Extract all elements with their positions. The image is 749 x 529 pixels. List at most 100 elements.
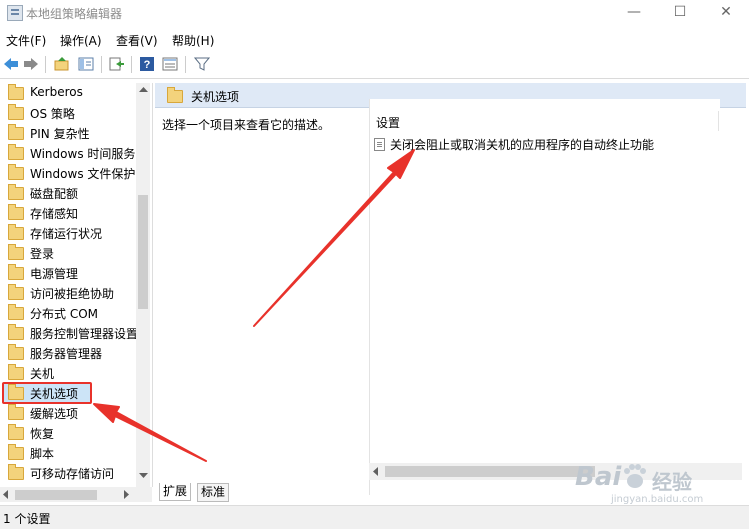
baidu-paw-logo (624, 464, 646, 488)
folder-icon (8, 284, 24, 300)
folder-icon (8, 224, 24, 240)
show-hide-tree-icon[interactable] (78, 56, 94, 72)
settings-horizontal-scroll-thumb[interactable] (385, 466, 595, 477)
folder-icon (8, 424, 24, 440)
description-text: 选择一个项目来查看它的描述。 (162, 118, 331, 132)
tree-item-label: 电源管理 (30, 267, 79, 281)
folder-icon (8, 444, 24, 460)
tab-standard[interactable]: 标准 (197, 483, 230, 502)
details-pane: 关机选项 选择一个项目来查看它的描述。 设置 关闭会阻止或取消关机的应用程序的自… (155, 83, 746, 502)
watermark-product: 经验 (652, 470, 692, 494)
tree-item-label: Kerberos (30, 85, 83, 99)
menu-help[interactable]: 帮助(H) (172, 32, 214, 49)
tree-item[interactable]: 存储运行状况 (8, 224, 136, 242)
folder-icon (8, 344, 24, 360)
tree-vertical-scrollbar[interactable] (136, 83, 150, 487)
tree-item-label: 脚本 (30, 447, 55, 461)
tree-item-label: 存储感知 (30, 207, 79, 221)
scroll-down-arrow-icon[interactable] (139, 473, 148, 479)
tree-item-label: 缓解选项 (30, 407, 79, 421)
tree-item-label: OS 策略 (30, 107, 75, 121)
toolbar-separator (45, 56, 46, 73)
tree-item[interactable]: 存储感知 (8, 204, 136, 222)
tree-item[interactable]: 脚本 (8, 444, 136, 462)
folder-icon (167, 87, 183, 103)
export-list-icon[interactable] (109, 56, 125, 72)
menu-view[interactable]: 查看(V) (116, 32, 158, 49)
tree-item[interactable]: 访问被拒绝协助 (8, 284, 136, 302)
menu-file[interactable]: 文件(F) (6, 32, 46, 49)
tree-item[interactable]: OS 策略 (8, 104, 136, 122)
folder-icon (8, 384, 24, 400)
up-folder-icon[interactable] (54, 56, 70, 72)
policy-tree-pane: Kerberos OS 策略 PIN 复杂性 Windows 时间服务 Windows … (0, 83, 153, 487)
tree-item[interactable]: 分布式 COM (8, 304, 136, 322)
scroll-left-arrow-icon[interactable] (2, 490, 10, 499)
folder-icon (8, 204, 24, 220)
watermark-url: jingyan.baidu.com (611, 494, 704, 505)
window-title: 本地组策略编辑器 (26, 7, 123, 21)
tree-item[interactable]: Kerberos (8, 84, 136, 102)
tree-item[interactable]: 可移动存储访问 (8, 464, 136, 482)
tree-item-selected[interactable]: 关机选项 (8, 384, 136, 402)
forward-arrow-icon[interactable] (23, 56, 39, 72)
tree-item-label: 关机选项 (30, 387, 79, 401)
tree-item-label: PIN 复杂性 (30, 127, 90, 141)
tree-horizontal-scrollbar[interactable] (0, 487, 152, 502)
tree-item-label: 存储运行状况 (30, 227, 103, 241)
folder-icon (8, 364, 24, 380)
tree-item[interactable]: PIN 复杂性 (8, 124, 136, 142)
tree-item[interactable]: 缓解选项 (8, 404, 136, 422)
tab-extended[interactable]: 扩展 (159, 483, 192, 501)
folder-icon (8, 404, 24, 420)
scroll-up-arrow-icon[interactable] (139, 86, 148, 92)
minimize-button[interactable]: — (611, 0, 657, 26)
folder-icon (8, 84, 24, 100)
tree-horizontal-scroll-thumb[interactable] (15, 490, 97, 500)
tree-item-label: Windows 文件保护 (30, 167, 136, 181)
tree-item-label: 恢复 (30, 427, 55, 441)
column-divider (718, 111, 719, 131)
tree-item-label: 磁盘配额 (30, 187, 79, 201)
tree-item-label: 分布式 COM (30, 307, 98, 321)
tree-item[interactable]: 服务器管理器 (8, 344, 136, 362)
setting-label[interactable]: 关闭会阻止或取消关机的应用程序的自动终止功能 (390, 136, 654, 153)
tree-item[interactable]: 电源管理 (8, 264, 136, 282)
tree-item-label: Windows 时间服务 (30, 147, 136, 161)
settings-list: 设置 关闭会阻止或取消关机的应用程序的自动终止功能 (369, 99, 720, 495)
folder-icon (8, 124, 24, 140)
scroll-left-arrow-icon[interactable] (372, 467, 380, 476)
toolbar-separator (101, 56, 102, 73)
tree-item[interactable]: 恢复 (8, 424, 136, 442)
close-button[interactable]: ✕ (703, 0, 749, 26)
details-folder-title: 关机选项 (191, 90, 240, 104)
folder-icon (8, 324, 24, 340)
tree-item-label: 可移动存储访问 (30, 467, 115, 481)
toolbar-separator (185, 56, 186, 73)
folder-icon (8, 164, 24, 180)
filter-icon[interactable] (194, 56, 210, 72)
tree-item[interactable]: Windows 时间服务 (8, 144, 136, 162)
folder-icon (8, 184, 24, 200)
tree-item-label: 服务控制管理器设置 (30, 327, 136, 341)
toolbar: ? (0, 51, 749, 79)
toolbar-separator (131, 56, 132, 73)
maximize-button[interactable]: ☐ (657, 0, 703, 26)
properties-icon[interactable] (162, 56, 178, 72)
svg-text:?: ? (144, 59, 151, 71)
tree-item-label: 关机 (30, 367, 55, 381)
back-arrow-icon[interactable] (3, 56, 19, 72)
tree-item[interactable]: 磁盘配额 (8, 184, 136, 202)
tree-vertical-scroll-thumb[interactable] (138, 195, 148, 309)
menu-bar: 文件(F) 操作(A) 查看(V) 帮助(H) (0, 30, 749, 50)
tree-item[interactable]: 登录 (8, 244, 136, 262)
tree-item[interactable]: 关机 (8, 364, 136, 382)
scroll-right-arrow-icon[interactable] (122, 490, 130, 499)
settings-column-header[interactable]: 设置 (376, 114, 400, 131)
folder-icon (8, 264, 24, 280)
tree-item[interactable]: 服务控制管理器设置 (8, 324, 136, 342)
tree-item[interactable]: Windows 文件保护 (8, 164, 136, 182)
folder-icon (8, 104, 24, 120)
menu-action[interactable]: 操作(A) (60, 32, 102, 49)
help-icon[interactable]: ? (139, 56, 155, 72)
